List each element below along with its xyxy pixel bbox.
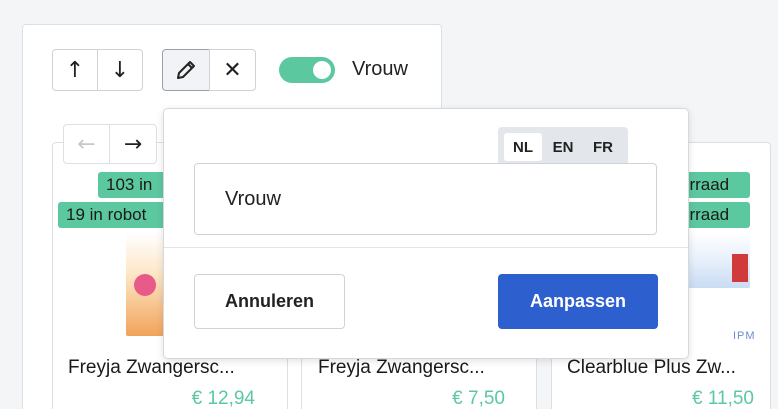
gender-toggle[interactable] [279, 57, 335, 83]
tab-fr[interactable]: FR [584, 133, 622, 161]
language-tabs: NL EN FR [498, 127, 628, 163]
product-name: Freyja Zwangersc... [318, 357, 485, 378]
carousel-nav: ← → [63, 124, 157, 164]
brand-logo: IPM [733, 330, 756, 342]
label-input[interactable] [194, 163, 657, 235]
robot-stock-badge: 19 in robot [58, 202, 170, 228]
move-up-button[interactable]: ↑ [52, 49, 98, 91]
arrow-up-icon: ↑ [65, 57, 85, 83]
close-button[interactable]: ✕ [209, 49, 256, 91]
cancel-button[interactable]: Annuleren [194, 274, 345, 329]
product-name: Clearblue Plus Zw... [567, 357, 736, 378]
product-image [126, 232, 164, 336]
stock-badge: 103 in [98, 172, 170, 198]
arrow-left-icon[interactable]: ← [64, 125, 110, 163]
product-price: € 11,50 [692, 388, 754, 409]
divider [164, 247, 688, 248]
product-price: € 12,94 [191, 388, 255, 409]
pencil-icon [177, 61, 195, 79]
close-icon: ✕ [223, 57, 242, 83]
arrow-right-icon[interactable]: → [110, 125, 156, 163]
move-down-button[interactable]: ↓ [97, 49, 143, 91]
product-name: Freyja Zwangersc... [68, 357, 235, 378]
toggle-knob [313, 61, 331, 79]
toggle-label: Vrouw [352, 58, 408, 80]
tab-en[interactable]: EN [544, 133, 582, 161]
product-image [680, 232, 750, 288]
apply-button[interactable]: Aanpassen [498, 274, 658, 329]
edit-button[interactable] [162, 49, 210, 91]
tab-nl[interactable]: NL [504, 133, 542, 161]
arrow-down-icon: ↓ [110, 57, 130, 83]
product-price: € 7,50 [452, 388, 505, 409]
